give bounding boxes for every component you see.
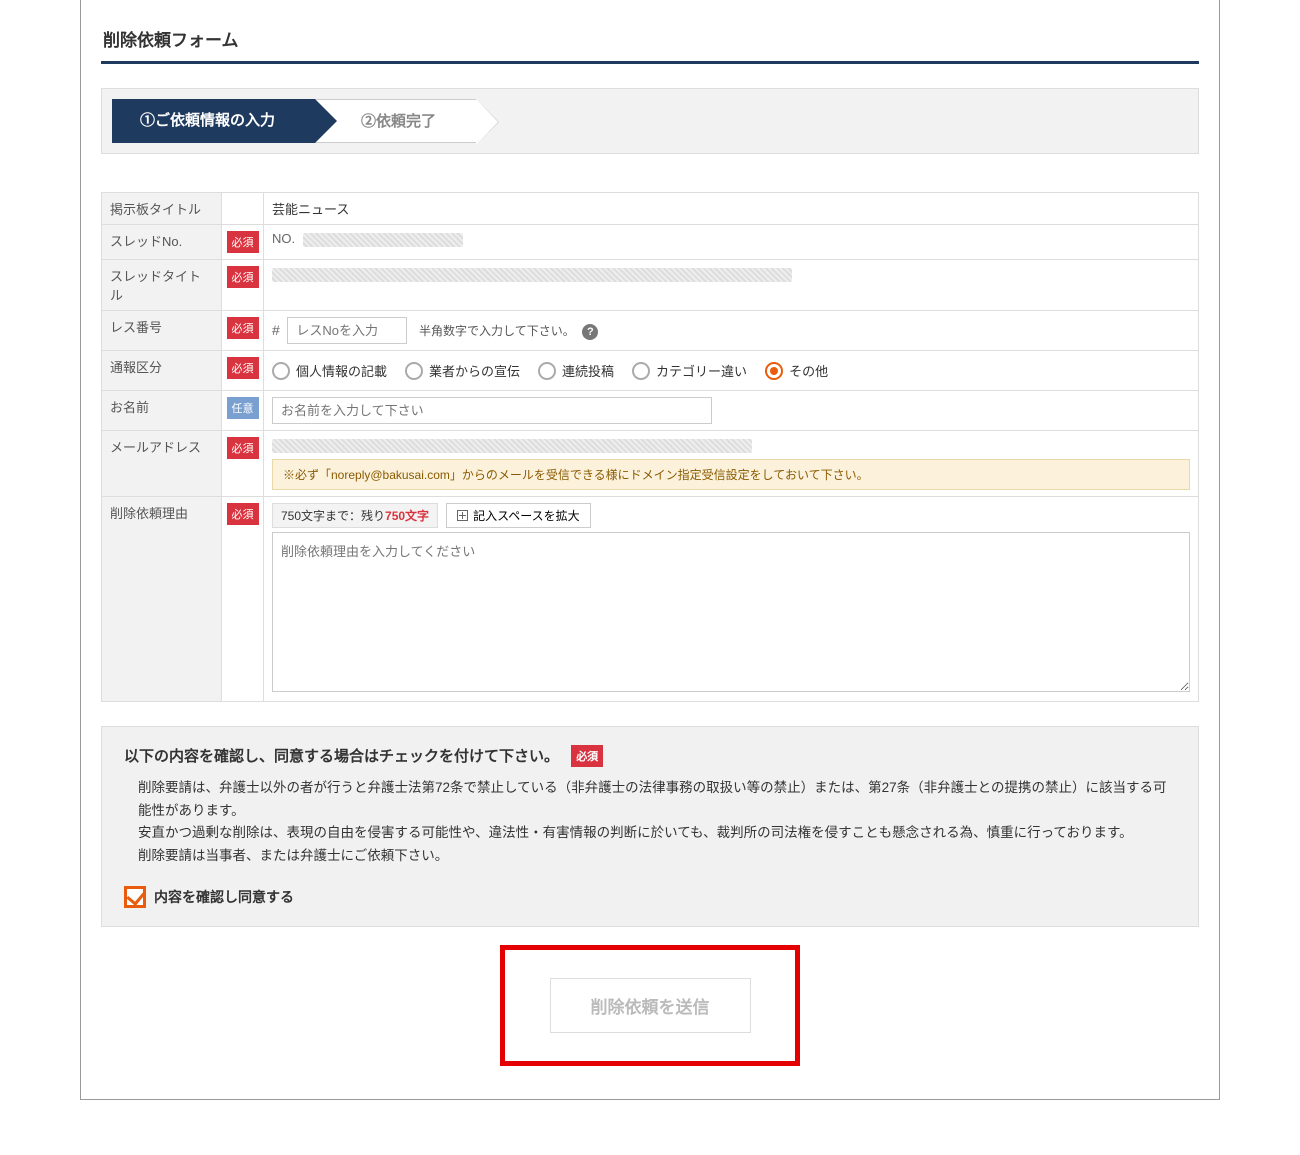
consent-checkbox-label: 内容を確認し同意する: [154, 887, 294, 907]
consent-body: 削除要請は、弁護士以外の者が行うと弁護士法第72条で禁止している（非弁護士の法律…: [124, 777, 1176, 869]
label-thread-no: スレッドNo.: [102, 225, 222, 260]
consent-checkbox[interactable]: [124, 886, 146, 908]
redacted-thread-no: [303, 233, 463, 247]
label-name: お名前: [102, 391, 222, 431]
radio-label: 連続投稿: [562, 361, 614, 380]
submit-highlight-box: 削除依頼を送信: [500, 945, 800, 1066]
badge-optional: 任意: [227, 397, 259, 419]
radio-input[interactable]: [632, 362, 650, 380]
radio-label: カテゴリー違い: [656, 361, 747, 380]
radio-option-personal-info[interactable]: 個人情報の記載: [272, 361, 387, 380]
email-notice: ※必ず「noreply@bakusai.com」からのメールを受信できる様にドメ…: [272, 459, 1190, 490]
radio-option-other[interactable]: その他: [765, 361, 828, 380]
page-title: 削除依頼フォーム: [101, 18, 1199, 64]
radio-input[interactable]: [272, 362, 290, 380]
char-counter: 750文字まで：残り750文字: [272, 503, 438, 528]
radio-label: 業者からの宣伝: [429, 361, 520, 380]
progress-bar: ①ご依頼情報の入力 ②依頼完了: [101, 88, 1199, 154]
label-reason: 削除依頼理由: [102, 496, 222, 701]
expand-label: 記入スペースを拡大: [473, 507, 580, 524]
help-icon[interactable]: ?: [582, 324, 598, 340]
badge-required: 必須: [571, 745, 603, 767]
consent-box: 以下の内容を確認し、同意する場合はチェックを付けて下さい。 必須 削除要請は、弁…: [101, 726, 1199, 928]
badge-required: 必須: [227, 266, 259, 288]
value-thread-title: [264, 260, 1199, 311]
hash-symbol: #: [272, 322, 280, 338]
consent-checkbox-row[interactable]: 内容を確認し同意する: [124, 886, 1176, 908]
res-no-hint: 半角数字で入力して下さい。: [419, 324, 575, 338]
progress-step-2: ②依頼完了: [315, 99, 476, 143]
redacted-email: [272, 439, 752, 453]
badge-required: 必須: [227, 231, 259, 253]
label-email: メールアドレス: [102, 431, 222, 497]
reason-textarea[interactable]: [272, 532, 1190, 692]
radio-input[interactable]: [538, 362, 556, 380]
progress-step-1: ①ご依頼情報の入力: [112, 99, 315, 143]
radio-option-spam[interactable]: 連続投稿: [538, 361, 614, 380]
label-res-no: レス番号: [102, 311, 222, 351]
consent-heading: 以下の内容を確認し、同意する場合はチェックを付けて下さい。 必須: [124, 745, 1176, 767]
label-report-type: 通報区分: [102, 351, 222, 391]
badge-required: 必須: [227, 437, 259, 459]
radio-input[interactable]: [765, 362, 783, 380]
expand-textarea-button[interactable]: 記入スペースを拡大: [446, 503, 591, 528]
res-no-input[interactable]: [287, 317, 407, 344]
plus-icon: [457, 510, 468, 521]
label-board-title: 掲示板タイトル: [102, 193, 222, 225]
value-board-title: 芸能ニュース: [264, 193, 1199, 225]
form-table: 掲示板タイトル 芸能ニュース スレッドNo. 必須 NO. スレッドタイトル 必…: [101, 192, 1199, 702]
report-type-radios: 個人情報の記載 業者からの宣伝 連続投稿 カテゴリー違い その他: [272, 357, 1190, 384]
label-thread-title: スレッドタイトル: [102, 260, 222, 311]
radio-label: 個人情報の記載: [296, 361, 387, 380]
badge-required: 必須: [227, 503, 259, 525]
badge-required: 必須: [227, 357, 259, 379]
radio-input[interactable]: [405, 362, 423, 380]
name-input[interactable]: [272, 397, 712, 424]
submit-button[interactable]: 削除依頼を送信: [550, 978, 751, 1033]
radio-option-advertising[interactable]: 業者からの宣伝: [405, 361, 520, 380]
radio-label: その他: [789, 361, 828, 380]
radio-option-wrong-category[interactable]: カテゴリー違い: [632, 361, 747, 380]
badge-required: 必須: [227, 317, 259, 339]
value-thread-no: NO.: [264, 225, 1199, 260]
redacted-thread-title: [272, 268, 792, 282]
badge-cell-board: [222, 193, 264, 225]
